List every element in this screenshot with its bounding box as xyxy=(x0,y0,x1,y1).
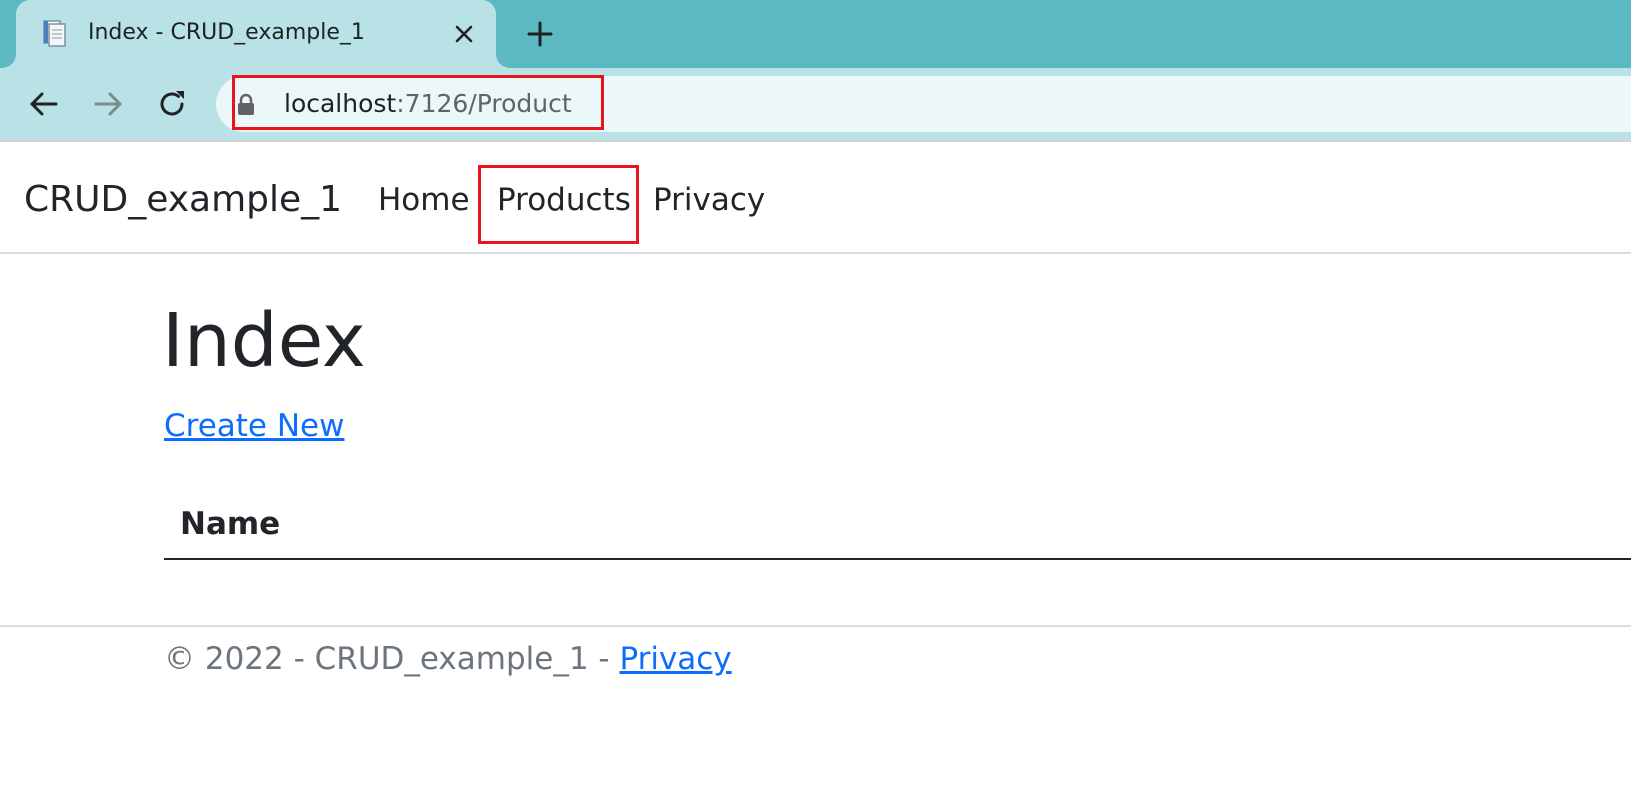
reload-icon[interactable] xyxy=(154,86,190,122)
nav-link-products[interactable]: Products xyxy=(497,180,631,220)
site-navbar: CRUD_example_1 Home Products Privacy xyxy=(0,140,1631,254)
url-host: localhost xyxy=(284,89,397,118)
plus-icon[interactable] xyxy=(524,18,556,50)
browser-tabstrip: Index - CRUD_example_1 xyxy=(0,0,1631,68)
close-icon[interactable] xyxy=(450,20,478,48)
tab-flare xyxy=(0,54,16,68)
browser-tab-active[interactable]: Index - CRUD_example_1 xyxy=(16,0,496,68)
footer-copyright: © 2022 - CRUD_example_1 - xyxy=(164,641,620,677)
address-bar[interactable]: localhost:7126/Product xyxy=(216,76,1631,132)
tab-flare xyxy=(496,54,512,68)
footer-text: © 2022 - CRUD_example_1 - Privacy xyxy=(164,639,732,679)
products-table: Name xyxy=(164,490,1631,560)
arrow-right-icon[interactable] xyxy=(90,86,126,122)
nav-link-home[interactable]: Home xyxy=(378,180,470,220)
create-new-link[interactable]: Create New xyxy=(164,406,344,446)
tab-title: Index - CRUD_example_1 xyxy=(88,20,365,45)
arrow-left-icon[interactable] xyxy=(26,86,62,122)
browser-toolbar: localhost:7126/Product xyxy=(0,68,1631,140)
url-text[interactable]: localhost:7126/Product xyxy=(284,88,572,120)
url-path: :7126/Product xyxy=(396,89,572,118)
column-header-name: Name xyxy=(180,506,281,542)
lock-icon[interactable] xyxy=(236,93,256,115)
document-favicon-icon xyxy=(40,18,70,48)
navbar-brand[interactable]: CRUD_example_1 xyxy=(24,178,342,222)
site-footer: © 2022 - CRUD_example_1 - Privacy xyxy=(0,625,1631,705)
nav-link-privacy[interactable]: Privacy xyxy=(653,180,765,220)
footer-privacy-link[interactable]: Privacy xyxy=(619,641,731,677)
page-title: Index xyxy=(162,298,366,384)
table-header-row: Name xyxy=(164,490,1631,560)
